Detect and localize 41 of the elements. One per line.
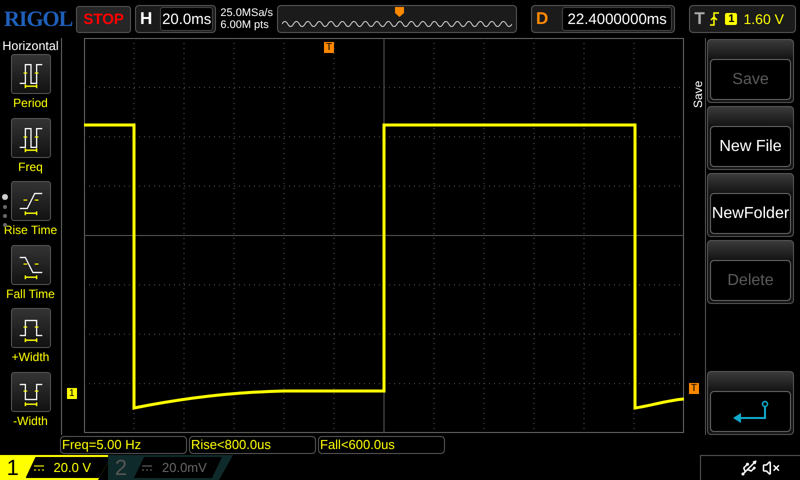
usb-icon bbox=[740, 459, 758, 477]
delay-field[interactable]: D 22.4000000ms bbox=[531, 5, 676, 33]
menu-button[interactable]: New File bbox=[707, 106, 794, 170]
dc-coupling-icon bbox=[34, 464, 44, 470]
measure-label: Period bbox=[13, 96, 48, 110]
measure-button[interactable] bbox=[10, 308, 50, 348]
return-arrow-icon bbox=[730, 400, 770, 424]
channel-tab[interactable]: 2 20.0mV bbox=[108, 455, 233, 480]
rising-edge-icon bbox=[710, 12, 720, 26]
measure-label: Freq bbox=[18, 160, 43, 174]
menu-button[interactable]: NewFolder bbox=[707, 173, 794, 237]
trigger-position-icon bbox=[395, 7, 404, 17]
measure-button[interactable] bbox=[10, 181, 50, 221]
measure-label: Rise Time bbox=[4, 223, 58, 237]
measurement-readout: Freq=5.00 Hz bbox=[60, 436, 187, 454]
memory-depth: 6.00M pts bbox=[220, 19, 270, 31]
speaker-muted-icon bbox=[762, 459, 780, 477]
trigger-level-marker: T bbox=[688, 383, 699, 394]
trigger-position-marker: T bbox=[324, 42, 334, 53]
measure-button[interactable] bbox=[10, 118, 50, 158]
brand-logo: RIGOL bbox=[4, 6, 72, 32]
measure-button[interactable] bbox=[10, 54, 50, 94]
sidebar-title: Horizontal bbox=[1, 38, 60, 54]
measure-label: +Width bbox=[12, 350, 50, 364]
trigger-level: 1.60 V bbox=[743, 11, 784, 27]
trigger-field[interactable]: T 1 1.60 V bbox=[689, 5, 796, 33]
channel-marker: 1 bbox=[67, 388, 77, 399]
trigger-source: 1 bbox=[725, 13, 738, 25]
dc-coupling-icon bbox=[142, 464, 152, 470]
menu-title: Save bbox=[690, 80, 704, 108]
measure-label: Fall Time bbox=[6, 286, 55, 300]
back-button[interactable] bbox=[707, 371, 794, 435]
measurement-readout: Fall<600.0us bbox=[318, 436, 445, 454]
sample-rate: 25.0MSa/s bbox=[220, 7, 273, 19]
sine-wave-icon bbox=[282, 18, 512, 30]
measurement-readout: Rise<800.0us bbox=[189, 436, 316, 454]
run-state[interactable]: STOP bbox=[76, 6, 131, 32]
measure-button[interactable] bbox=[10, 372, 50, 412]
timebase-field[interactable]: H 20.0ms bbox=[134, 5, 216, 33]
measure-button[interactable] bbox=[10, 244, 50, 284]
measure-label: -Width bbox=[13, 414, 48, 428]
